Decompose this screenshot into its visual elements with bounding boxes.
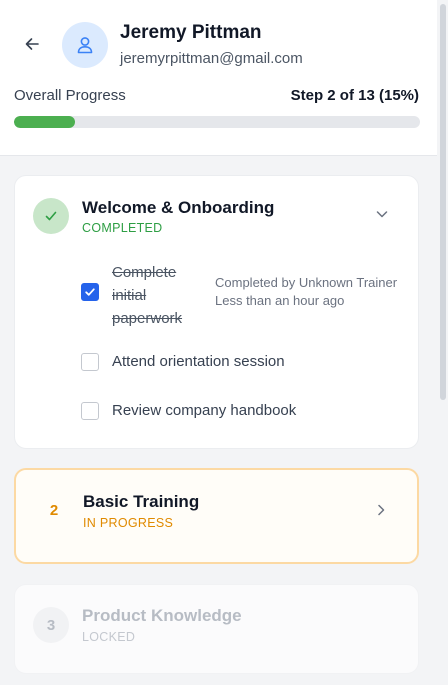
progress-bar-fill bbox=[14, 116, 75, 128]
user-name: Jeremy Pittman bbox=[120, 22, 262, 43]
stage-status: COMPLETED bbox=[82, 221, 163, 235]
stage-card-basic-training[interactable]: 2 Basic Training IN PROGRESS bbox=[14, 468, 419, 564]
avatar bbox=[62, 22, 108, 68]
task-checkbox[interactable] bbox=[81, 353, 99, 371]
progress-bar bbox=[14, 116, 420, 128]
task-label: Review company handbook bbox=[112, 402, 297, 419]
task-completion-meta: Completed by Unknown Trainer Less than a… bbox=[215, 274, 397, 310]
task-item: Complete initial paperwork Completed by … bbox=[81, 261, 397, 330]
task-item: Review company handbook bbox=[81, 402, 296, 420]
progress-label: Overall Progress bbox=[14, 87, 126, 104]
stage-status: LOCKED bbox=[82, 630, 136, 644]
task-completed-by: Completed by Unknown Trainer bbox=[215, 275, 398, 290]
user-email: jeremyrpittman@gmail.com bbox=[120, 50, 303, 67]
stage-status: IN PROGRESS bbox=[83, 516, 174, 530]
scrollbar[interactable] bbox=[437, 0, 448, 685]
stage-number: 2 bbox=[49, 502, 59, 519]
task-item: Attend orientation session bbox=[81, 353, 285, 371]
task-label: Attend orientation session bbox=[112, 353, 285, 370]
progress-step-text: Step 2 of 13 (15%) bbox=[290, 87, 419, 104]
arrow-left-icon bbox=[25, 38, 39, 50]
chevron-right-icon[interactable] bbox=[373, 502, 389, 518]
stage-title: Product Knowledge bbox=[82, 606, 242, 625]
stage-title: Basic Training bbox=[83, 492, 200, 511]
task-checkbox[interactable] bbox=[81, 283, 99, 301]
stage-complete-badge bbox=[33, 198, 69, 234]
checkmark-icon bbox=[85, 288, 95, 296]
profile-header: Jeremy Pittman jeremyrpittman@gmail.com … bbox=[0, 0, 437, 156]
task-label: Complete initial paperwork bbox=[112, 264, 183, 327]
stage-number: 3 bbox=[33, 607, 69, 643]
user-icon bbox=[77, 37, 93, 54]
stage-card-product-knowledge: 3 Product Knowledge LOCKED bbox=[14, 584, 419, 674]
back-button[interactable] bbox=[22, 34, 42, 54]
task-checkbox[interactable] bbox=[81, 402, 99, 420]
stage-title: Welcome & Onboarding bbox=[82, 198, 275, 217]
task-completed-time: Less than an hour ago bbox=[215, 293, 345, 308]
scrollbar-thumb[interactable] bbox=[440, 4, 446, 400]
chevron-down-icon[interactable] bbox=[374, 206, 390, 222]
stage-card-welcome: Welcome & Onboarding COMPLETED Complete … bbox=[14, 175, 419, 449]
check-icon bbox=[45, 211, 57, 221]
